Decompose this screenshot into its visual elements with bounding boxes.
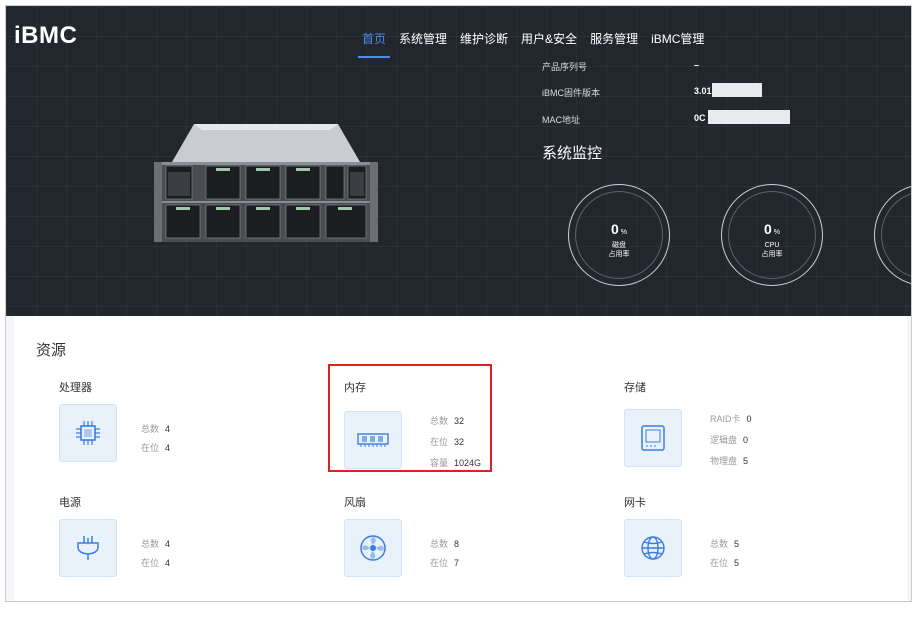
mac-label: MAC地址 <box>542 115 580 125</box>
nic-total: 总数 5 <box>710 539 740 549</box>
server-image <box>154 124 378 242</box>
redacted-firmware <box>712 83 762 97</box>
nav-item-system[interactable]: 系统管理 <box>399 30 447 50</box>
storage-logical: 逻辑盘 0 <box>710 435 749 445</box>
cpu-usage-gauge: 0% CPU 占用率 <box>721 184 823 286</box>
app-frame: iBMC 首页 系统管理 维护诊断 用户&安全 服务管理 iBMC管理 产品序列… <box>5 5 912 602</box>
power-title: 电源 <box>59 497 81 509</box>
cpu-icon <box>59 404 117 462</box>
cpu-present: 在位 4 <box>141 443 171 453</box>
cpu-title: 处理器 <box>59 382 92 394</box>
nav-item-maintenance[interactable]: 维护诊断 <box>460 30 508 50</box>
cpu-total: 总数 4 <box>141 424 171 434</box>
fan-present: 在位 7 <box>430 558 460 568</box>
nav-item-ibmc[interactable]: iBMC管理 <box>651 30 704 50</box>
storage-raid: RAID卡 0 <box>710 414 752 424</box>
resources-title: 资源 <box>36 342 67 359</box>
nav-item-user-security[interactable]: 用户&安全 <box>521 30 577 50</box>
firmware-label: iBMC固件版本 <box>542 88 600 98</box>
hero-section: iBMC 首页 系统管理 维护诊断 用户&安全 服务管理 iBMC管理 产品序列… <box>6 6 911 316</box>
nic-title: 网卡 <box>624 497 646 509</box>
nav-item-service[interactable]: 服务管理 <box>590 30 638 50</box>
top-nav: 首页 系统管理 维护诊断 用户&安全 服务管理 iBMC管理 <box>357 30 717 58</box>
power-present: 在位 4 <box>141 558 171 568</box>
storage-physical: 物理盘 5 <box>710 456 749 466</box>
cpu-usage-label: CPU 占用率 <box>761 242 783 258</box>
storage-title: 存储 <box>624 382 646 394</box>
disk-usage-gauge: 0% 磁盘 占用率 <box>568 184 670 286</box>
cpu-usage-value: 0% <box>763 221 781 237</box>
storage-icon <box>624 409 682 467</box>
disk-usage-label: 磁盘 占用率 <box>608 242 630 258</box>
power-icon <box>59 519 117 577</box>
serial-value: – <box>694 60 700 70</box>
disk-usage-value: 0% <box>610 221 628 237</box>
nav-item-home[interactable]: 首页 <box>357 30 391 58</box>
serial-label: 产品序列号 <box>542 62 588 72</box>
mac-value: 0C <box>694 113 706 123</box>
globe-icon <box>624 519 682 577</box>
system-monitor-title: 系统监控 <box>542 145 603 162</box>
nic-present: 在位 5 <box>710 558 740 568</box>
memory-usage-gauge-partial <box>874 184 911 286</box>
fan-icon <box>344 519 402 577</box>
memory-highlight-box <box>328 364 492 472</box>
fan-total: 总数 8 <box>430 539 460 549</box>
app-logo: iBMC <box>14 22 78 49</box>
redacted-mac <box>708 110 790 124</box>
fan-title: 风扇 <box>344 497 366 509</box>
firmware-value: 3.01 <box>694 86 712 96</box>
power-total: 总数 4 <box>141 539 171 549</box>
